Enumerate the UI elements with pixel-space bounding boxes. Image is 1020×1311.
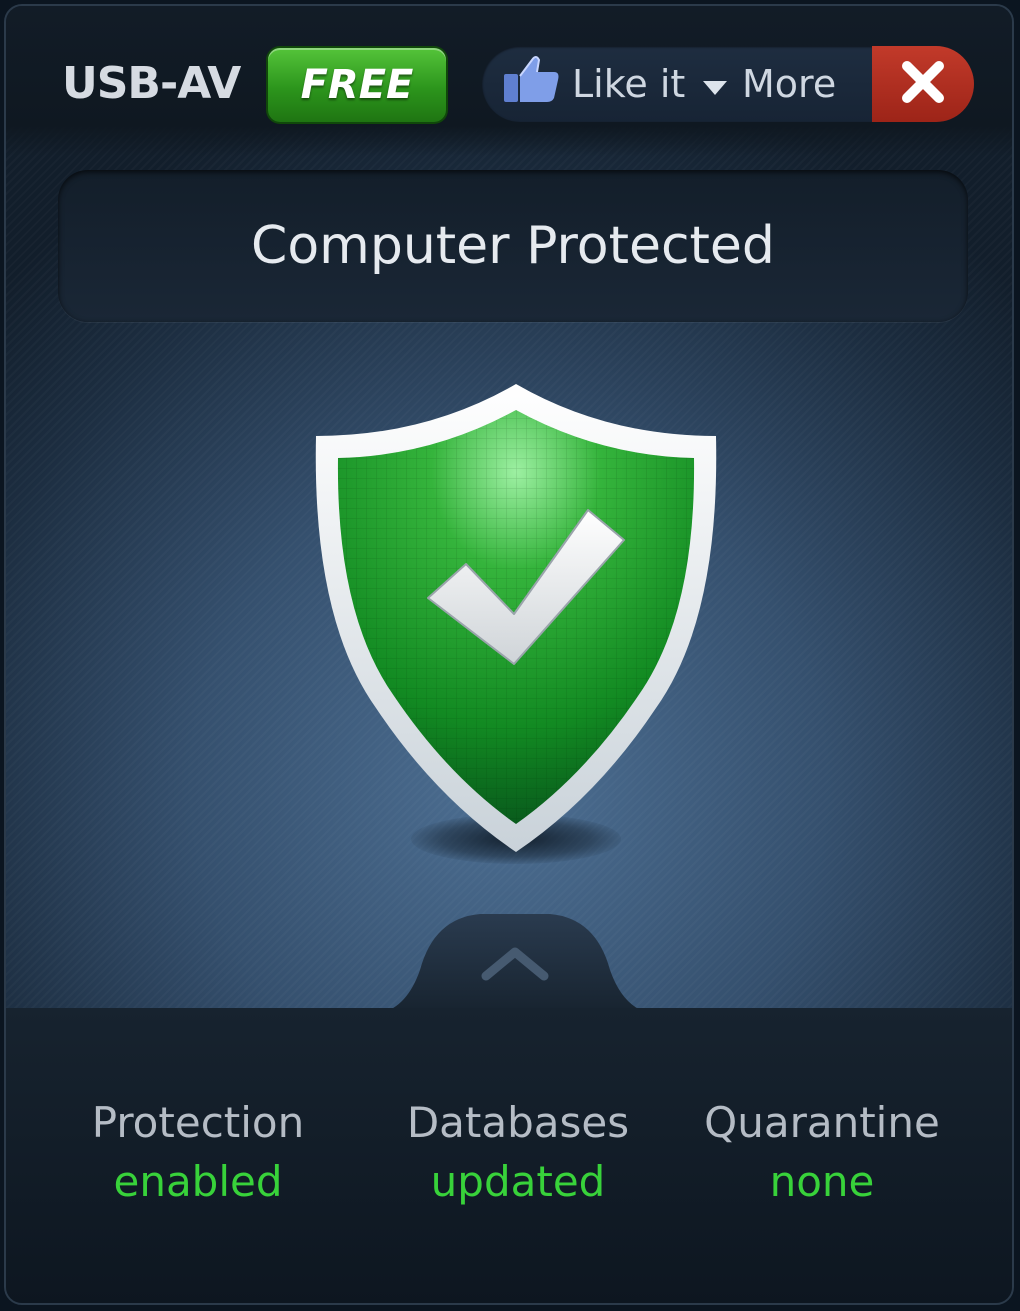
status-banner: Computer Protected: [58, 170, 968, 322]
more-label: More: [742, 62, 837, 106]
edition-badge: FREE: [268, 48, 446, 122]
stat-databases: Databases updated: [368, 1096, 668, 1214]
stat-value: updated: [430, 1157, 606, 1206]
like-label: Like it: [572, 62, 686, 106]
expand-details-button[interactable]: [376, 910, 654, 1014]
more-menu-button[interactable]: More: [702, 56, 836, 112]
close-button[interactable]: [872, 46, 974, 122]
stat-value: enabled: [113, 1157, 283, 1206]
stat-label: Protection: [91, 1098, 305, 1147]
app-window: USB-AV FREE Like it More Computer Protec…: [4, 4, 1014, 1305]
stat-protection: Protection enabled: [48, 1096, 348, 1214]
stat-quarantine: Quarantine none: [672, 1096, 972, 1214]
like-button[interactable]: Like it: [502, 54, 686, 115]
dropdown-arrow-icon: [702, 62, 728, 106]
stat-label: Quarantine: [704, 1098, 940, 1147]
close-icon: [901, 60, 945, 108]
app-title: USB-AV: [62, 58, 241, 109]
stat-label: Databases: [406, 1098, 630, 1147]
shield-check-icon: [306, 378, 726, 858]
thumbs-up-icon: [502, 54, 562, 115]
stat-value: none: [769, 1157, 875, 1206]
